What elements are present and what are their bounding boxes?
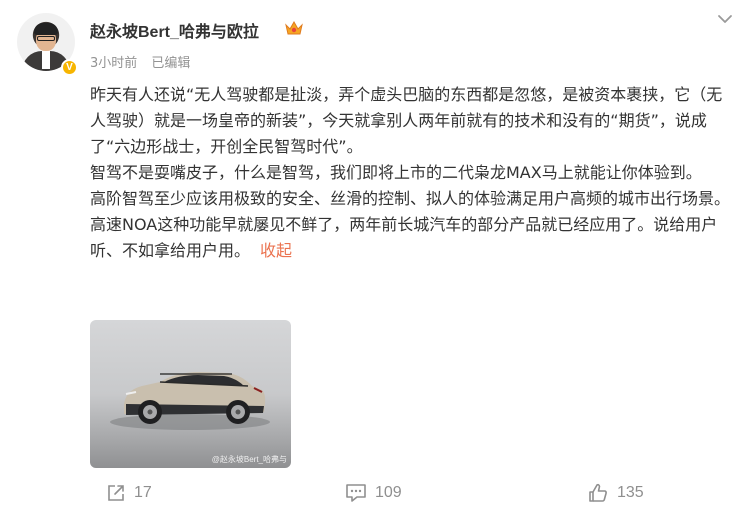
- verified-badge: V: [61, 59, 78, 76]
- post-content: 昨天有人还说“无人驾驶都是扯淡，弄个虚头巴脑的东西都是忽悠，是被资本裹挟，它（无…: [90, 82, 730, 264]
- comment-button[interactable]: 109: [345, 478, 402, 508]
- more-icon[interactable]: [716, 12, 734, 26]
- comment-count: 109: [375, 484, 402, 501]
- avatar-glasses: [37, 36, 55, 41]
- post-meta: 3小时前 已编辑: [90, 52, 200, 71]
- crown-icon: [285, 20, 303, 35]
- post-image[interactable]: @赵永坡Bert_哈弗与: [90, 320, 291, 468]
- share-button[interactable]: 17: [106, 478, 152, 508]
- post-paragraph: 昨天有人还说“无人驾驶都是扯淡，弄个虚头巴脑的东西都是忽悠，是被资本裹挟，它（无…: [90, 85, 723, 156]
- comment-icon: [346, 484, 366, 502]
- avatar-hair: [34, 23, 58, 35]
- author-name[interactable]: 赵永坡Bert_哈弗与欧拉: [90, 18, 259, 42]
- share-count: 17: [134, 484, 152, 501]
- like-button[interactable]: 135: [587, 478, 644, 508]
- post-paragraph: 高阶智驾至少应该用极致的安全、丝滑的控制、拟人的体验满足用户高频的城市出行场景。…: [90, 186, 730, 264]
- edited-label[interactable]: 已编辑: [151, 56, 190, 71]
- suv-illustration: [110, 372, 270, 430]
- avatar-shirt: [42, 51, 50, 69]
- post-paragraph: 智驾不是耍嘴皮子，什么是智驾，我们即将上市的二代枭龙MAX马上就能让你体验到。: [90, 163, 702, 182]
- post-paragraph-text: 高阶智驾至少应该用极致的安全、丝滑的控制、拟人的体验满足用户高频的城市出行场景。…: [90, 189, 731, 260]
- action-bar: 17 109 135: [0, 478, 750, 508]
- share-icon: [108, 485, 124, 501]
- weibo-post-card: V 赵永坡Bert_哈弗与欧拉 3小时前 已编辑 昨天有人还说“无人驾驶都是扯淡…: [0, 0, 750, 515]
- collapse-link[interactable]: 收起: [260, 241, 292, 260]
- post-time[interactable]: 3小时前: [90, 56, 137, 71]
- image-watermark: @赵永坡Bert_哈弗与: [211, 455, 287, 464]
- like-icon: [589, 483, 607, 502]
- like-count: 135: [617, 484, 644, 501]
